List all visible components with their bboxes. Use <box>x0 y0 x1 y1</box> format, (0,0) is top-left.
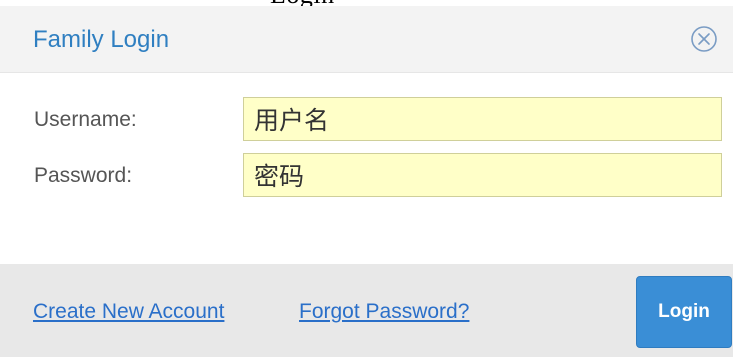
username-label: Username: <box>34 108 137 131</box>
forgot-password-link[interactable]: Forgot Password? <box>299 299 469 325</box>
family-login-dialog: Family Login Username: Password: Create … <box>0 6 733 357</box>
close-button[interactable] <box>690 25 718 53</box>
username-row: Username: <box>0 97 733 143</box>
login-button[interactable]: Login <box>636 276 732 348</box>
password-row: Password: <box>0 153 733 199</box>
password-input[interactable] <box>243 153 722 197</box>
create-account-link[interactable]: Create New Account <box>33 299 224 325</box>
username-input[interactable] <box>243 97 722 141</box>
dialog-footer: Create New Account Forgot Password? Logi… <box>0 264 733 357</box>
dialog-header: Family Login <box>0 6 733 73</box>
password-label: Password: <box>34 164 133 187</box>
dialog-title: Family Login <box>33 26 170 53</box>
close-circle-icon <box>691 26 717 52</box>
